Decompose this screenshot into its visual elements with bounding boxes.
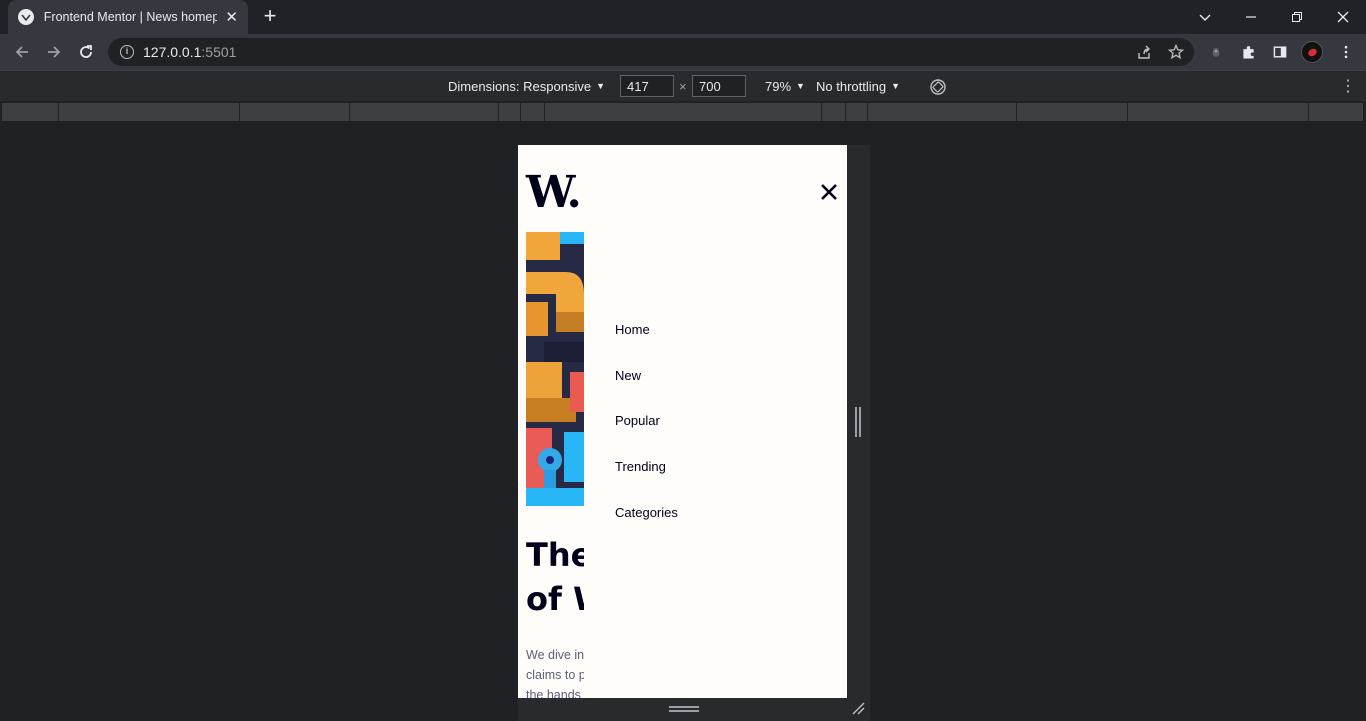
media-query-segment[interactable] <box>846 103 868 121</box>
dimension-separator: × <box>679 79 687 94</box>
article-blurb: We dive into the next evolution claims t… <box>526 645 584 698</box>
close-menu-icon[interactable] <box>820 183 838 201</box>
browser-menu-icon[interactable] <box>1336 42 1356 62</box>
dimensions-label: Dimensions: Responsive <box>448 79 592 94</box>
minimize-icon[interactable] <box>1228 0 1274 34</box>
media-query-segment[interactable] <box>868 103 1017 121</box>
browser-tab[interactable]: Frontend Mentor | News homepage ✕ <box>8 0 248 34</box>
device-more-icon[interactable]: ⋮ <box>1340 79 1356 95</box>
url-host: 127.0.0.1 <box>143 44 202 60</box>
media-query-segment[interactable] <box>499 103 521 121</box>
tab-search-icon[interactable] <box>1182 0 1228 34</box>
resize-corner-icon[interactable] <box>851 701 865 715</box>
caret-down-icon: ▼ <box>891 81 901 91</box>
rotate-icon[interactable] <box>929 78 947 96</box>
media-query-segment[interactable] <box>350 103 499 121</box>
address-bar[interactable]: i 127.0.0.1:5501 <box>108 38 1194 66</box>
throttling-dropdown[interactable]: No throttling ▼ <box>816 79 900 94</box>
tab-title: Frontend Mentor | News homepage <box>43 10 218 24</box>
hero-image <box>526 232 584 506</box>
media-query-segment[interactable] <box>545 103 822 121</box>
forward-icon[interactable] <box>42 40 66 64</box>
media-query-segment[interactable] <box>521 103 545 121</box>
side-panel-icon[interactable] <box>1270 42 1290 62</box>
dimensions-dropdown[interactable]: Dimensions: Responsive ▼ <box>448 79 605 94</box>
device-toolbar: Dimensions: Responsive ▼ 417 × 700 79% ▼ N… <box>0 70 1366 101</box>
profile-avatar[interactable] <box>1301 41 1323 63</box>
menu-item-categories[interactable]: Categories <box>615 505 678 520</box>
blurb-line-2: claims to put the power of <box>526 668 584 682</box>
site-logo[interactable]: W. <box>526 167 582 218</box>
restore-icon[interactable] <box>1274 0 1320 34</box>
resize-handle-right[interactable] <box>855 407 861 437</box>
extension-icon[interactable] <box>1206 42 1226 62</box>
emulated-page: W. The Bright Future of Web 3.0? We dive… <box>518 145 847 698</box>
menu-item-new[interactable]: New <box>615 368 641 383</box>
blurb-line-3: the hands of people <box>526 688 584 698</box>
reload-icon[interactable] <box>74 40 98 64</box>
media-query-segment[interactable] <box>59 103 240 121</box>
media-query-segment[interactable] <box>1017 103 1128 121</box>
zoom-label: 79% <box>765 79 792 94</box>
resize-handle-bottom[interactable] <box>669 706 699 712</box>
caret-down-icon: ▼ <box>796 81 805 91</box>
media-query-segment[interactable] <box>1309 103 1364 121</box>
menu-item-home[interactable]: Home <box>615 322 650 337</box>
browser-toolbar: i 127.0.0.1:5501 <box>0 34 1366 70</box>
tab-close-icon[interactable]: ✕ <box>225 8 238 26</box>
mobile-menu: Home New Popular Trending Categories <box>584 145 847 698</box>
blurb-line-1: We dive into the next evolution <box>526 648 584 662</box>
close-window-icon[interactable] <box>1320 0 1366 34</box>
media-query-segment[interactable] <box>2 103 59 121</box>
article-headline: The Bright Future of Web 3.0? <box>526 533 584 621</box>
url-port: :5501 <box>201 44 237 60</box>
new-tab-button[interactable]: + <box>258 5 282 29</box>
bookmark-star-icon[interactable] <box>1168 44 1184 60</box>
throttling-label: No throttling <box>816 79 887 94</box>
media-query-segment[interactable] <box>240 103 350 121</box>
back-icon[interactable] <box>10 40 34 64</box>
height-input[interactable]: 700 <box>692 75 746 97</box>
site-favicon-icon <box>18 9 34 25</box>
media-query-bar <box>0 101 1366 122</box>
site-info-icon[interactable]: i <box>120 45 134 59</box>
zoom-dropdown[interactable]: 79% ▼ <box>765 79 805 94</box>
media-query-segment[interactable] <box>1128 103 1309 121</box>
menu-item-popular[interactable]: Popular <box>615 413 660 428</box>
headline-line-2: of Web 3.0? <box>526 580 584 618</box>
headline-line-1: The Bright Future <box>526 536 584 574</box>
media-query-segment[interactable] <box>822 103 846 121</box>
width-input[interactable]: 417 <box>620 75 674 97</box>
share-icon[interactable] <box>1136 44 1152 60</box>
menu-item-trending[interactable]: Trending <box>615 459 666 474</box>
tab-strip: Frontend Mentor | News homepage ✕ + <box>0 0 1366 34</box>
caret-down-icon: ▼ <box>596 81 605 91</box>
extensions-puzzle-icon[interactable] <box>1238 42 1258 62</box>
